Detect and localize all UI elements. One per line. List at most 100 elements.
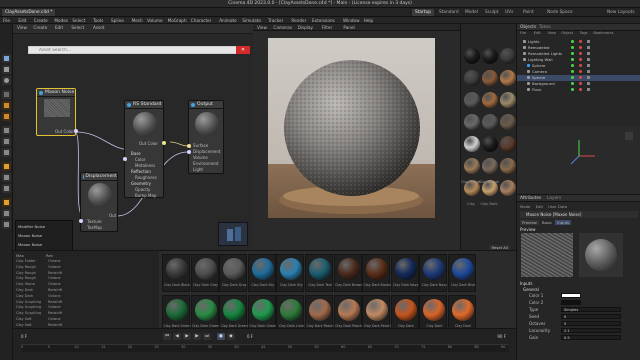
tab-node-space[interactable]: Node Space (544, 9, 576, 16)
material-swatch[interactable] (482, 158, 498, 174)
timeline-ruler[interactable]: 0 5 10 15 20 25 30 35 40 45 50 55 60 65 70 75 80 85 90 (21, 344, 509, 352)
snap-icon[interactable] (2, 101, 11, 110)
render-flag-icon[interactable] (579, 58, 582, 62)
visibility-flag-icon[interactable] (571, 40, 574, 44)
reset-all-button[interactable]: Reset All (489, 245, 510, 250)
floating-preview-window[interactable] (218, 222, 248, 246)
asset-thumbnail[interactable]: Clay Dark Gray (190, 254, 219, 292)
popup-item-2[interactable]: Maxon Noise (18, 233, 42, 238)
material-swatch[interactable] (500, 48, 516, 64)
displacement-node[interactable]: Displacement Out Texture TexMap (79, 172, 118, 232)
material-swatch[interactable] (482, 48, 498, 64)
rs-out-port[interactable] (162, 141, 166, 145)
attr-field-value[interactable]: Simplex (561, 306, 621, 312)
brush-icon[interactable] (2, 162, 11, 171)
material-swatch[interactable] (500, 70, 516, 86)
render-flag-icon[interactable] (579, 82, 582, 86)
menu-modes[interactable]: Modes (54, 18, 68, 23)
tag-icon[interactable] (587, 88, 590, 92)
render-view[interactable] (268, 38, 435, 218)
visibility-flag-icon[interactable] (571, 46, 574, 50)
tag-icon[interactable] (587, 58, 590, 62)
play-button[interactable]: ▶ (183, 333, 191, 340)
menu-animate[interactable]: Animate (219, 18, 237, 23)
tag-icon[interactable] (587, 76, 590, 80)
grid-icon[interactable] (2, 220, 11, 229)
attr-subtab-basic[interactable]: Basic (540, 220, 554, 225)
tag-icon[interactable] (587, 40, 590, 44)
attr-field-value[interactable]: 0.5 (561, 334, 621, 340)
menu-spline[interactable]: Spline (111, 18, 124, 23)
tag-icon[interactable] (587, 82, 590, 86)
object-row[interactable]: Remodeled (517, 45, 640, 51)
objects-menu-file[interactable]: File (520, 31, 526, 35)
tab-new-layouts[interactable]: New Layouts (604, 9, 638, 16)
render-flag-icon[interactable] (579, 70, 582, 74)
attr-subtab-preview[interactable]: Preview (520, 220, 539, 225)
objects-menu-edit[interactable]: Edit (534, 31, 541, 35)
object-row[interactable]: Sphere (517, 75, 640, 81)
viewport-menu-panel[interactable]: Panel (343, 25, 354, 30)
objects-menu-bookmarks[interactable]: Bookmarks (593, 31, 613, 35)
rotate-tool-icon[interactable] (2, 76, 11, 85)
visibility-flag-icon[interactable] (571, 76, 574, 80)
tab-sculpt[interactable]: Sculpt (482, 9, 501, 16)
tab-uvs[interactable]: UVs (502, 9, 516, 16)
material-swatch[interactable] (482, 136, 498, 152)
menu-window[interactable]: Window (343, 18, 360, 23)
asset-thumbnail[interactable]: Clay Dark Navy (390, 254, 419, 292)
material-swatch[interactable] (500, 158, 516, 174)
render-flag-icon[interactable] (579, 40, 582, 44)
tag-icon[interactable] (587, 46, 590, 50)
tab-standard[interactable]: Standard (436, 9, 462, 16)
menu-mograph[interactable]: MoGraph (168, 18, 187, 23)
attr-menu-edit[interactable]: Edit (536, 204, 543, 209)
object-row[interactable]: Floor (517, 87, 640, 93)
material-swatch[interactable] (482, 92, 498, 108)
tag-icon[interactable] (587, 64, 590, 68)
menu-edit[interactable]: Edit (18, 18, 26, 23)
menu-help[interactable]: Help (364, 18, 374, 23)
popup-item-3[interactable]: Maxon Noise (18, 242, 42, 247)
go-start-button[interactable]: ⏮ (163, 333, 171, 340)
render-flag-icon[interactable] (579, 88, 582, 92)
tag-icon[interactable] (587, 70, 590, 74)
points-mode-icon[interactable] (2, 126, 11, 135)
attr-field-value[interactable]: 2.1 (561, 327, 621, 333)
menu-extensions[interactable]: Extensions (312, 18, 335, 23)
objects-menu-tags[interactable]: Tags (580, 31, 588, 35)
attr-field-value[interactable]: 0 (561, 313, 621, 319)
rs-standard-node[interactable]: RS Standard Out Color Base Color Metalne… (123, 100, 166, 198)
material-swatch[interactable] (500, 136, 516, 152)
material-swatch[interactable] (500, 92, 516, 108)
tab-attributes[interactable]: Attributes (520, 196, 541, 201)
polygons-mode-icon[interactable] (2, 148, 11, 157)
asset-thumbnail[interactable]: Clay Dark Black (162, 254, 190, 292)
paint-icon[interactable] (2, 198, 11, 207)
tab-model[interactable]: Model (462, 9, 481, 16)
tab-paint[interactable]: Paint (520, 9, 537, 16)
visibility-flag-icon[interactable] (571, 52, 574, 56)
render-flag-icon[interactable] (579, 52, 582, 56)
menu-simulate[interactable]: Simulate (242, 18, 261, 23)
asset-thumbnail[interactable]: Clay Dark Brown (362, 254, 391, 292)
viewport-menu-view[interactable]: View (257, 25, 267, 30)
timeline-start[interactable]: 0 F (21, 334, 27, 339)
menu-mesh[interactable]: Mesh (132, 18, 143, 23)
tag-icon[interactable] (587, 52, 590, 56)
render-flag-icon[interactable] (579, 46, 582, 50)
go-end-button[interactable]: ⏭ (203, 333, 211, 340)
noise-out-port[interactable] (74, 129, 78, 133)
material-swatch[interactable] (464, 70, 480, 86)
prev-frame-button[interactable]: ◀ (173, 333, 181, 340)
material-swatch[interactable] (464, 92, 480, 108)
asset-thumbnail[interactable]: Clay Dark Teal (305, 254, 333, 292)
asset-thumbnail[interactable]: Clay Dark Brown (333, 254, 362, 292)
select-tool-icon[interactable] (2, 90, 11, 99)
displacement-in-port[interactable] (79, 219, 83, 223)
menu-character[interactable]: Character (191, 18, 212, 23)
tab-takes[interactable]: Takes (539, 25, 551, 30)
popup-item-1[interactable]: Modifier Noise (18, 224, 45, 229)
tab-layers[interactable]: Layers (547, 196, 561, 201)
viewport-menu-cameras[interactable]: Cameras (273, 25, 292, 30)
